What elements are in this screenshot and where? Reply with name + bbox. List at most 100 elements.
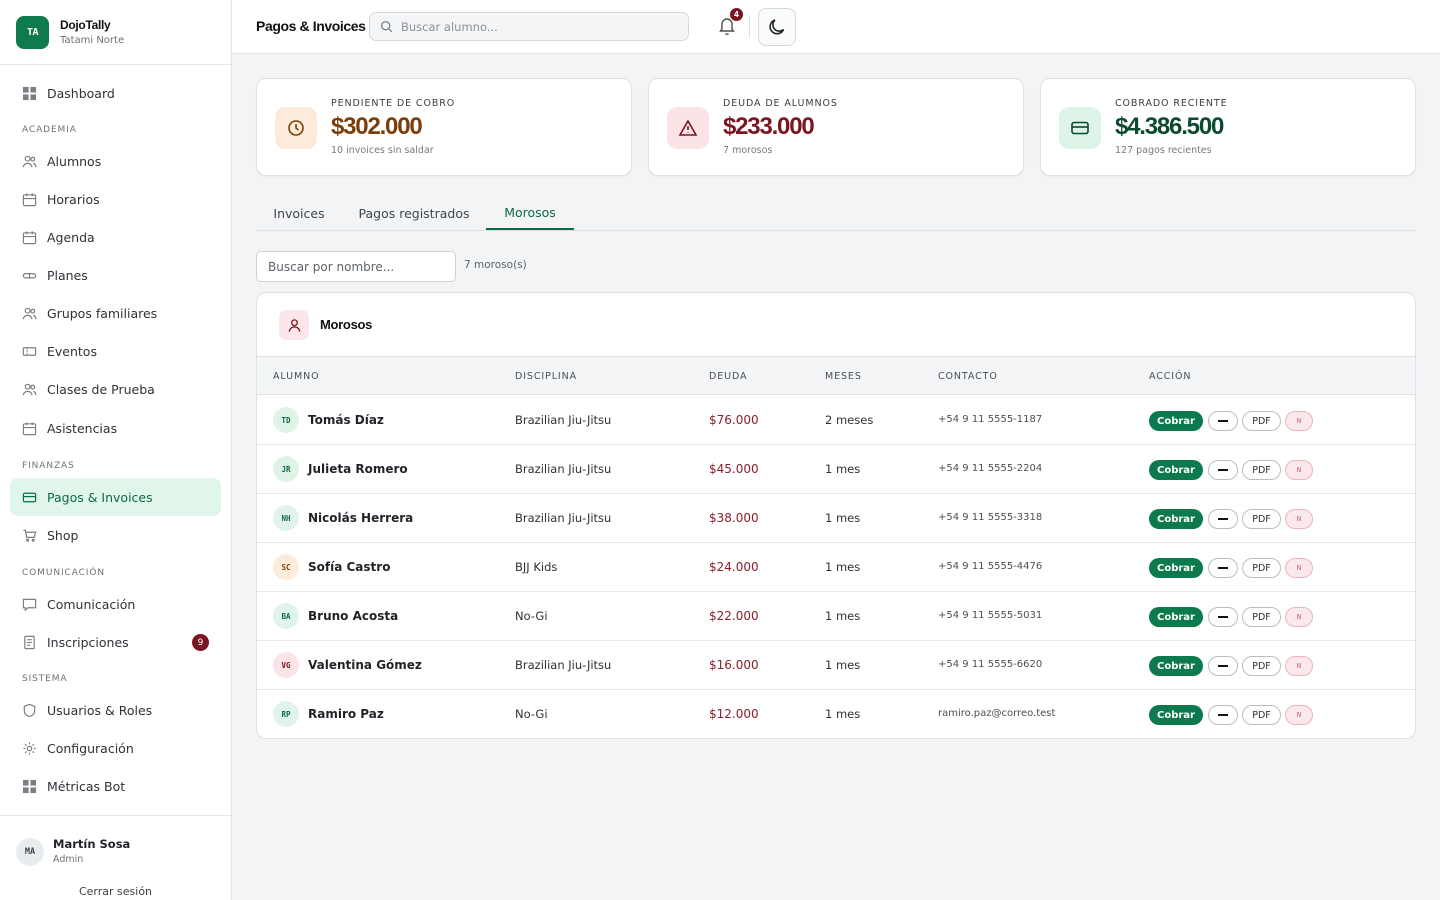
row-meses: 2 meses (825, 413, 874, 427)
col-contacto: CONTACTO (938, 371, 998, 382)
row-avatar: RP (273, 701, 299, 727)
sidebar-item-label: Eventos (47, 343, 97, 359)
sidebar-item-alumnos[interactable]: Alumnos (10, 142, 221, 180)
users-icon (22, 307, 37, 319)
search-input[interactable] (401, 19, 681, 34)
row-deuda: $22.000 (709, 609, 759, 623)
credit-card-icon (1071, 121, 1089, 135)
pdf-button[interactable]: PDF (1242, 656, 1281, 676)
whatsapp-button[interactable] (1208, 656, 1238, 676)
name-filter-input[interactable] (256, 251, 456, 282)
sidebar-item-asistencias[interactable]: Asistencias (10, 409, 221, 447)
stat-icon-wrap (275, 107, 317, 149)
pdf-button[interactable]: PDF (1242, 558, 1281, 578)
sidebar-item-label: Horarios (47, 191, 100, 207)
cancel-debt-button[interactable]: N (1285, 460, 1313, 480)
sidebar-item-horarios[interactable]: Horarios (10, 180, 221, 218)
sidebar-item-dashboard[interactable]: Dashboard (10, 74, 221, 112)
logout-link[interactable]: Cerrar sesión (0, 885, 231, 898)
row-deuda: $38.000 (709, 511, 759, 525)
cobrar-button[interactable]: Cobrar (1149, 705, 1203, 725)
pdf-button[interactable]: PDF (1242, 460, 1281, 480)
sidebar-item-configuracion[interactable]: Configuración (10, 729, 221, 767)
sidebar-item-label: Alumnos (47, 153, 102, 169)
whatsapp-button[interactable] (1208, 460, 1238, 480)
whatsapp-button[interactable] (1208, 558, 1238, 578)
stat-icon-wrap (667, 107, 709, 149)
col-accion: ACCIÓN (1149, 371, 1192, 382)
search-box[interactable] (369, 12, 689, 41)
row-disciplina: No-Gi (515, 707, 548, 721)
col-meses: MESES (825, 371, 862, 382)
section-academia: ACADEMIA (22, 125, 77, 135)
sidebar-item-planes[interactable]: Planes (10, 256, 221, 294)
tab-morosos[interactable]: Morosos (486, 196, 574, 230)
document-icon (24, 635, 35, 649)
row-meses: 1 mes (825, 511, 861, 525)
whatsapp-button[interactable] (1208, 705, 1238, 725)
theme-toggle-button[interactable] (758, 8, 796, 46)
cobrar-button[interactable]: Cobrar (1149, 558, 1203, 578)
pdf-button[interactable]: PDF (1242, 411, 1281, 431)
tab-pagos-registrados[interactable]: Pagos registrados (346, 196, 482, 231)
sidebar-item-clases-prueba[interactable]: Clases de Prueba (10, 370, 221, 408)
cobrar-button[interactable]: Cobrar (1149, 460, 1203, 480)
user-role: Admin (53, 854, 84, 865)
cancel-debt-button[interactable]: N (1285, 656, 1313, 676)
pdf-button[interactable]: PDF (1242, 705, 1281, 725)
shield-icon (23, 703, 36, 717)
table-row: VG Valentina Gómez Brazilian Jiu-Jitsu $16.… (257, 641, 1415, 690)
table-row: RP Ramiro Paz No-Gi $12.000 1 mes ramiro.paz@… (257, 690, 1415, 738)
cobrar-button[interactable]: Cobrar (1149, 607, 1203, 627)
message-icon (22, 598, 37, 611)
cobrar-button[interactable]: Cobrar (1149, 411, 1203, 431)
pdf-button[interactable]: PDF (1242, 607, 1281, 627)
sidebar-item-inscripciones[interactable]: Inscripciones 9 (10, 623, 221, 661)
sidebar-item-grupos[interactable]: Grupos familiares (10, 294, 221, 332)
whatsapp-button[interactable] (1208, 607, 1238, 627)
dash-icon (1218, 616, 1228, 618)
sidebar-item-label: Shop (47, 527, 79, 543)
row-name: Tomás Díaz (308, 413, 384, 427)
cobrar-button[interactable]: Cobrar (1149, 656, 1203, 676)
row-disciplina: Brazilian Jiu-Jitsu (515, 462, 612, 476)
card-header: Morosos (257, 293, 1415, 357)
gear-icon (23, 741, 36, 755)
ticket-icon (22, 346, 37, 356)
whatsapp-button[interactable] (1208, 411, 1238, 431)
cancel-debt-button[interactable]: N (1285, 411, 1313, 431)
row-contacto: +54 9 11 5555-2204 (938, 463, 1043, 474)
card-title: Morosos (320, 317, 373, 332)
table-header: ALUMNO DISCIPLINA DEUDA MESES CONTACTO A… (257, 357, 1415, 395)
sidebar-item-agenda[interactable]: Agenda (10, 218, 221, 256)
sidebar-item-usuarios[interactable]: Usuarios & Roles (10, 691, 221, 729)
dash-icon (1218, 665, 1228, 667)
sidebar-item-shop[interactable]: Shop (10, 516, 221, 554)
notification-badge: 4 (730, 8, 743, 21)
row-meses: 1 mes (825, 707, 861, 721)
grid-icon (22, 86, 37, 100)
cobrar-button[interactable]: Cobrar (1149, 509, 1203, 529)
row-deuda: $16.000 (709, 658, 759, 672)
sidebar-item-eventos[interactable]: Eventos (10, 332, 221, 370)
cart-icon (23, 529, 37, 542)
sidebar-item-label: Planes (47, 267, 88, 283)
sidebar-item-pagos[interactable]: Pagos & Invoices (10, 478, 221, 516)
row-contacto: +54 9 11 5555-6620 (938, 659, 1043, 670)
row-deuda: $76.000 (709, 413, 759, 427)
cancel-debt-button[interactable]: N (1285, 509, 1313, 529)
section-sistema: SISTEMA (22, 674, 68, 684)
brand: TA DojoTally Tatami Norte (0, 0, 231, 65)
sidebar-item-comunicacion[interactable]: Comunicación (10, 585, 221, 623)
whatsapp-button[interactable] (1208, 509, 1238, 529)
stat-subtext: 7 morosos (723, 145, 773, 156)
cancel-debt-button[interactable]: N (1285, 558, 1313, 578)
pdf-button[interactable]: PDF (1242, 509, 1281, 529)
user-name: Martín Sosa (53, 837, 131, 851)
tab-invoices[interactable]: Invoices (256, 196, 342, 231)
sidebar-item-metricas[interactable]: Métricas Bot (10, 767, 221, 805)
stat-card-deuda: DEUDA DE ALUMNOS $233.000 7 morosos (648, 78, 1024, 176)
cancel-debt-button[interactable]: N (1285, 607, 1313, 627)
row-deuda: $24.000 (709, 560, 759, 574)
cancel-debt-button[interactable]: N (1285, 705, 1313, 725)
